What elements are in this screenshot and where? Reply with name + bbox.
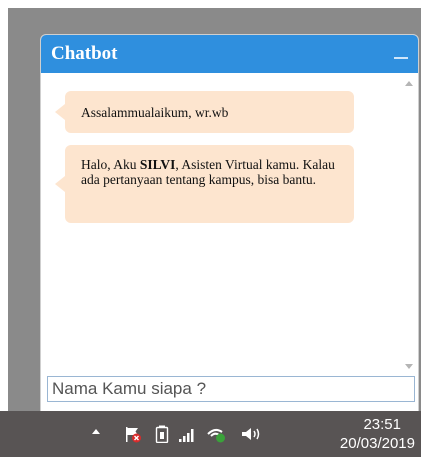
taskbar: 23:51 20/03/2019 [0,411,421,457]
chatbot-header: Chatbot [41,35,418,73]
scroll-up-arrow-icon[interactable] [405,81,413,86]
scroll-down-arrow-icon[interactable] [405,364,413,369]
message-text: Assalammualaikum, wr.wb [81,105,229,120]
bot-message: Halo, Aku SILVI, Asisten Virtual kamu. K… [55,145,354,223]
message-text: Halo, Aku [81,157,140,172]
battery-icon[interactable] [155,425,169,443]
minimize-icon[interactable] [394,57,408,59]
network-icon[interactable] [206,425,228,443]
taskbar-clock[interactable]: 23:51 20/03/2019 [313,415,415,453]
clock-date: 20/03/2019 [339,435,415,452]
action-center-flag-icon[interactable] [124,425,142,443]
bot-name: SILVI [139,157,176,172]
show-hidden-icons-icon[interactable] [92,429,100,434]
chatbot-title: Chatbot [51,43,118,64]
bot-message: Assalammualaikum, wr.wb [55,91,354,133]
scrollbar[interactable] [400,73,418,373]
chatbot-window: Chatbot Assalammualaikum, wr.wb Halo, Ak… [40,34,419,412]
chat-input-row [47,376,415,402]
name-input[interactable] [47,376,415,402]
signal-icon[interactable] [178,425,196,443]
clock-time: 23:51 [363,416,401,433]
chat-messages[interactable]: Assalammualaikum, wr.wb Halo, Aku SILVI,… [41,73,418,373]
volume-icon[interactable] [240,425,262,443]
